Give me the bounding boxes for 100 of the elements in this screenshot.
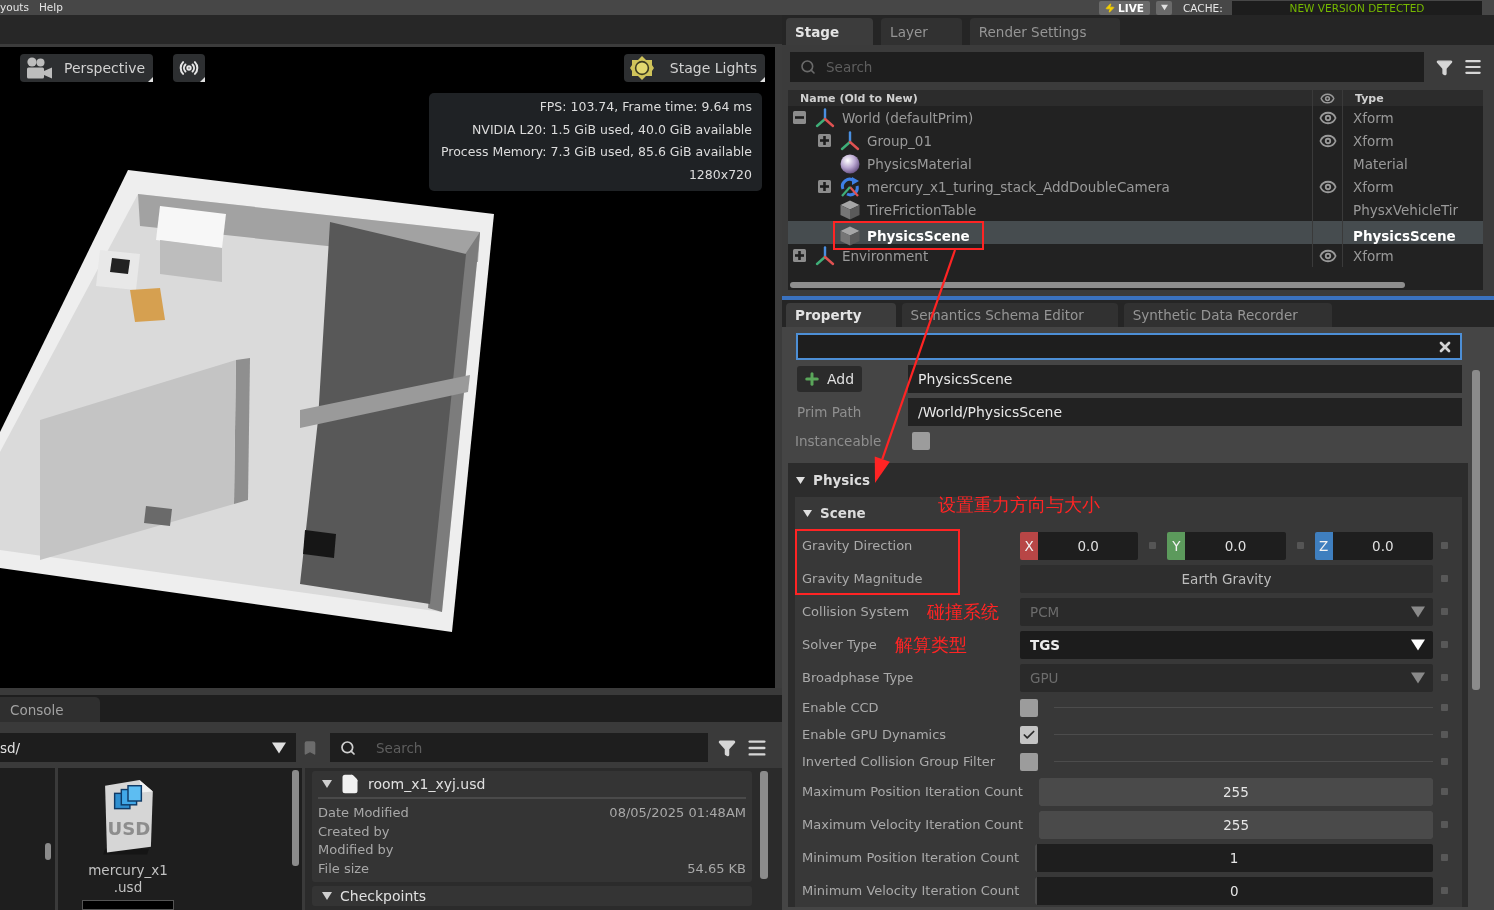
details-file-name: room_x1_xyj.usd [368,776,486,792]
panel-tab[interactable]: Synthetic Data Recorder [1123,303,1332,327]
viewport[interactable]: Perspective Stage Lights FPS: 103.74, Frame time: 9.64 ms NVIDIA L20: 1.5 GiB used, 40.0 GiB available Process Memory: 7.3 GiB used, 85.6 GiB available 1280x720 [0,44,782,688]
minus-box-icon[interactable] [793,111,806,124]
caret-icon[interactable] [322,891,332,901]
checkbox[interactable] [912,432,930,450]
annotation-text: 设置重力方向与大小 [937,493,1100,517]
file-name[interactable]: mercury_x1.usd [88,862,168,897]
section-title[interactable]: Checkpoints [340,888,427,904]
menu-item[interactable]: youts [0,0,29,15]
cache-label: CACHE: [1183,1,1223,14]
lightning-icon [1105,2,1116,13]
property-label: Maximum Velocity Iteration Count [802,817,1024,832]
add-button[interactable]: Add [797,366,862,392]
slider-field[interactable]: 255 [1039,810,1433,839]
detail-label: Date Modified [318,804,409,822]
panel-tab[interactable]: Render Settings [969,18,1121,45]
prim-name: PhysicsMaterial [867,155,972,172]
detail-label: Created by [318,822,390,841]
number-field[interactable]: 0.0 [1038,531,1139,560]
slider-value: 255 [1223,783,1249,800]
plus-box-icon[interactable] [818,134,831,147]
property-label: Maximum Position Iteration Count [802,784,1023,799]
search-icon [800,59,816,75]
caret-icon [1411,670,1425,685]
tree-row[interactable]: mercury_x1_turing_stack_AddDoubleCamera Xform [788,175,1483,198]
filter-icon[interactable] [1436,58,1453,76]
plus-box-icon[interactable] [818,180,831,193]
axis-badge: Z [1314,531,1333,560]
live-button[interactable]: LIVE [1099,0,1150,15]
lights-button[interactable]: Stage Lights [623,54,765,82]
checkbox[interactable] [1020,752,1038,771]
panel-tab[interactable]: Property [786,303,896,327]
panel-tab[interactable]: Stage [786,18,874,45]
number-field[interactable]: 0.0 [1332,531,1433,560]
slider-field[interactable]: 0 [1035,876,1433,905]
group-title[interactable]: Scene [820,505,866,521]
scrollbar-thumb[interactable] [760,771,768,879]
plus-icon [803,370,821,388]
scrollbar-thumb[interactable] [45,843,51,860]
file-thumbnail[interactable] [82,900,174,910]
prim-type: Xform [1342,175,1483,198]
column-header[interactable]: Name (Old to New) [788,91,1312,105]
panel-tab[interactable]: Console [0,697,100,722]
property-label: Minimum Position Iteration Count [802,850,1019,865]
slider-field[interactable]: 255 [1038,777,1433,806]
property-label: Inverted Collision Group Filter [802,754,996,769]
property-label: Enable CCD [802,700,879,715]
caret-icon[interactable] [796,475,805,485]
property-label: Enable GPU Dynamics [802,727,947,742]
scrollbar-thumb[interactable] [1472,370,1480,690]
detail-label: Modified by [318,841,394,859]
scrollbar-thumb[interactable] [790,282,1405,288]
rotating-arrows-icon [840,176,860,197]
property-label: Gravity Magnitude [802,571,923,586]
prim-name: World (defaultPrim) [842,109,974,126]
prim-type: Xform [1342,244,1483,267]
dropdown[interactable]: TGS [1020,630,1433,659]
filter-field[interactable] [796,333,1462,360]
tree-row[interactable]: World (defaultPrim) Xform [788,106,1483,129]
caret-icon[interactable] [272,740,286,755]
broadcast-button[interactable] [173,54,206,82]
detail-value: 08/05/2025 01:48AM [609,804,746,822]
slider-value: 255 [1223,816,1249,833]
stats-text: 1280x720 [687,165,752,184]
property-label: Minimum Velocity Iteration Count [802,883,1020,898]
checkbox[interactable] [1020,698,1038,717]
live-dropdown-button[interactable] [1156,0,1172,15]
field-label: Instanceable [795,433,883,449]
property-label: Collision System [802,604,910,619]
section-title[interactable]: Physics [813,472,870,488]
checkbox[interactable] [1020,725,1038,744]
eye-icon[interactable] [1320,90,1335,106]
number-field[interactable]: 0.0 [1185,531,1286,560]
caret-icon[interactable] [322,779,332,789]
caret-icon[interactable] [803,508,812,518]
menu-icon[interactable] [1463,57,1483,77]
sphere-icon [840,153,860,174]
scrollbar-thumb[interactable] [292,770,299,866]
path-field[interactable]: sd/ [0,733,296,762]
caret-icon [1411,637,1425,652]
axes-icon [815,245,835,266]
plus-box-icon[interactable] [793,249,806,262]
prim-name: Environment [842,247,929,264]
panel-tab[interactable]: Layer [881,18,962,45]
filter-icon[interactable] [718,738,736,757]
stats-text: FPS: 103.74, Frame time: 9.64 ms [538,98,752,116]
path-field[interactable]: /World/PhysicsScene [908,398,1462,426]
slider-value: 1 [1229,849,1239,866]
column-header[interactable]: Type [1342,90,1483,106]
slider-field[interactable]: 1 [1035,843,1433,872]
search-icon [340,739,356,756]
tree-row[interactable]: Group_01 Xform [788,129,1483,152]
prim-name: PhysicsScene [867,227,970,244]
tree-row[interactable]: PhysicsMaterial Material [788,152,1483,175]
menu-item[interactable]: Help [38,0,63,15]
value-field[interactable]: Earth Gravity [1020,564,1433,593]
camera-button[interactable]: Perspective [20,54,154,82]
axis-badge: Y [1167,531,1186,560]
name-field[interactable]: PhysicsScene [908,365,1462,393]
